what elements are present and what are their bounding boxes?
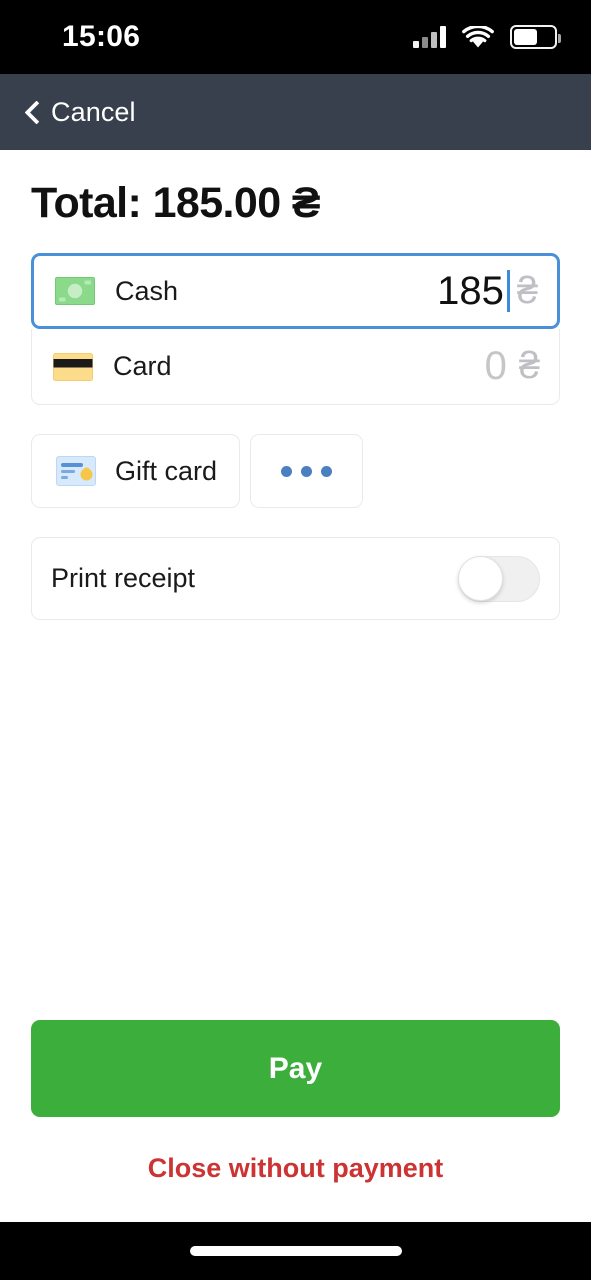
cash-banknote-icon xyxy=(53,274,97,308)
print-receipt-label: Print receipt xyxy=(51,563,196,593)
payment-methods-list: Cash 185 ₴ Card 0 ₴ xyxy=(31,253,560,405)
card-amount-value: 0 xyxy=(484,344,507,388)
cash-amount-input[interactable]: 185 ₴ xyxy=(437,269,538,314)
cash-amount-value: 185 xyxy=(437,268,504,313)
print-receipt-row[interactable]: Print receipt xyxy=(31,537,560,620)
close-without-payment-link[interactable]: Close without payment xyxy=(31,1153,560,1184)
cancel-button[interactable]: Cancel xyxy=(22,93,142,132)
main-content: Total: 185.00 ₴ Cash 185 ₴ Card 0 ₴ Gift… xyxy=(0,150,591,1222)
more-options-button[interactable] xyxy=(250,434,364,508)
pay-button[interactable]: Pay xyxy=(31,1020,560,1117)
gift-card-label: Gift card xyxy=(115,455,218,486)
battery-fill xyxy=(514,29,538,45)
page-title: Total: 185.00 ₴ xyxy=(31,179,321,227)
navigation-bar: Cancel xyxy=(0,74,591,150)
status-icons xyxy=(413,25,561,49)
currency-symbol: ₴ xyxy=(518,345,540,387)
payment-method-cash[interactable]: Cash 185 ₴ xyxy=(31,253,560,329)
home-indicator[interactable] xyxy=(189,1246,402,1256)
battery-icon xyxy=(510,25,561,49)
currency-symbol: ₴ xyxy=(516,269,538,312)
wifi-icon xyxy=(462,25,494,49)
credit-card-icon xyxy=(51,350,95,384)
status-bar: 15:06 xyxy=(0,0,591,74)
gift-card-icon xyxy=(54,454,98,488)
payment-method-label: Cash xyxy=(115,275,179,306)
payment-screen: 15:06 Cancel Total: 185.00 ₴ Cash 185 ₴ … xyxy=(0,0,591,1280)
chevron-left-icon xyxy=(24,99,49,125)
status-time: 15:06 xyxy=(62,20,141,53)
payment-method-label: Card xyxy=(113,351,172,381)
card-amount-input[interactable]: 0 ₴ xyxy=(485,344,540,389)
home-indicator-bar xyxy=(0,1222,591,1280)
print-receipt-toggle[interactable] xyxy=(458,555,540,602)
payment-method-card[interactable]: Card 0 ₴ xyxy=(31,329,560,405)
cancel-label: Cancel xyxy=(51,96,136,127)
text-cursor xyxy=(506,270,510,312)
gift-card-button[interactable]: Gift card xyxy=(31,434,241,508)
toggle-knob xyxy=(458,555,503,601)
more-dots-icon xyxy=(281,465,333,477)
secondary-actions: Gift card xyxy=(31,434,560,508)
cellular-signal-icon xyxy=(413,26,446,48)
